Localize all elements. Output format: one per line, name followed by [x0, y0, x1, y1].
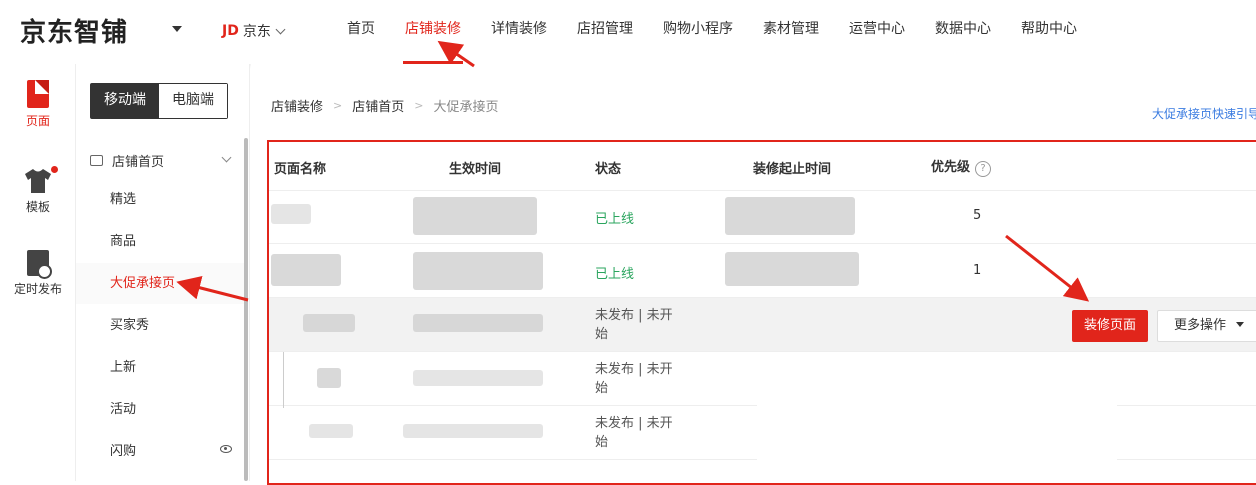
- nav-help-center[interactable]: 帮助中心: [1006, 0, 1092, 64]
- priority-value: 1: [973, 263, 982, 278]
- main-content: 店铺装修 > 店铺首页 > 大促承接页 大促承接页快速引导 页面名称 生效时间 …: [251, 64, 1256, 485]
- redacted-decoration-period: [725, 252, 859, 286]
- redacted-effective-time: [413, 252, 543, 290]
- group-store-home[interactable]: 店铺首页: [90, 150, 232, 170]
- help-icon[interactable]: ?: [975, 161, 992, 177]
- pages-table: 页面名称 生效时间 状态 装修起止时间 优先级? 已上线 5 已上线 1 未发布…: [267, 140, 1256, 485]
- nav-data-center[interactable]: 数据中心: [920, 0, 1006, 64]
- redacted-page-name: [303, 314, 355, 332]
- schedule-icon: [27, 250, 52, 279]
- page-icon: [27, 80, 49, 108]
- redacted-effective-time: [403, 424, 543, 438]
- column-header: 状态: [595, 162, 622, 177]
- chevron-down-icon: [221, 152, 232, 163]
- tree-connector: [283, 352, 284, 384]
- breadcrumb: 店铺装修 > 店铺首页 > 大促承接页: [271, 96, 498, 115]
- status-text: 未发布 | 未开始: [595, 362, 673, 396]
- breadcrumb-current: 大促承接页: [433, 100, 499, 115]
- status-text: 已上线: [595, 212, 635, 227]
- nav-detail-decoration[interactable]: 详情装修: [476, 0, 562, 64]
- column-header: 生效时间: [449, 162, 502, 177]
- store-icon: [90, 154, 103, 166]
- store-switch[interactable]: JD 京东: [222, 21, 286, 41]
- table-row-active[interactable]: 未发布 | 未开始 装修页面 更多操作: [269, 298, 1256, 352]
- redacted-effective-time: [413, 197, 537, 235]
- more-actions-label: 更多操作: [1174, 318, 1227, 333]
- sidebar-item-new-arrivals[interactable]: 上新: [76, 347, 244, 388]
- rail-item-label: 页面: [25, 114, 50, 128]
- device-toggle: 移动端 电脑端: [90, 83, 228, 119]
- chevron-right-icon: >: [333, 99, 343, 112]
- redacted-effective-time: [413, 370, 543, 386]
- top-header: 京东智铺 JD 京东 首页 店铺装修 详情装修 店招管理 购物小程序 素材管理 …: [0, 0, 1256, 64]
- status-text: 未发布 | 未开始: [595, 416, 673, 450]
- column-header-priority: 优先级?: [931, 156, 992, 177]
- caret-down-icon: [1236, 322, 1245, 327]
- sidebar-item-flash-sale[interactable]: 闪购: [76, 431, 244, 472]
- column-header-label: 优先级: [931, 160, 971, 175]
- redaction-patch: [757, 400, 1117, 460]
- nav-store-decoration[interactable]: 店铺装修: [390, 0, 476, 64]
- table-header: 页面名称 生效时间 状态 装修起止时间 优先级?: [269, 142, 1256, 191]
- more-actions-dropdown[interactable]: 更多操作: [1157, 310, 1256, 342]
- redacted-page-name: [309, 424, 353, 438]
- status-text: 已上线: [595, 267, 635, 282]
- redacted-page-name: [271, 254, 341, 286]
- sidebar-item-buyer-show[interactable]: 买家秀: [76, 305, 244, 346]
- quick-guide-link[interactable]: 大促承接页快速引导: [1152, 105, 1256, 122]
- nav-operations[interactable]: 运营中心: [834, 0, 920, 64]
- tab-desktop[interactable]: 电脑端: [159, 84, 227, 118]
- breadcrumb-item[interactable]: 店铺首页: [352, 96, 404, 115]
- redacted-effective-time: [413, 314, 543, 332]
- sidebar-scrollbar[interactable]: [244, 138, 248, 481]
- chevron-down-icon: [275, 24, 286, 34]
- nav-home[interactable]: 首页: [332, 0, 390, 64]
- notification-dot: [51, 166, 58, 173]
- tshirt-icon: [24, 166, 58, 194]
- rail-item-pages[interactable]: 页面: [0, 80, 76, 129]
- main-nav: 首页 店铺装修 详情装修 店招管理 购物小程序 素材管理 运营中心 数据中心 帮…: [332, 0, 1092, 64]
- nav-mini-program[interactable]: 购物小程序: [648, 0, 748, 64]
- table-row[interactable]: 未发布 | 未开始: [269, 352, 1256, 406]
- nav-store-sign[interactable]: 店招管理: [562, 0, 648, 64]
- redacted-page-name: [317, 368, 341, 388]
- table-row[interactable]: 已上线 5: [269, 191, 1256, 244]
- brand-dropdown-icon[interactable]: [172, 26, 182, 32]
- sidebar-item-products[interactable]: 商品: [76, 221, 244, 262]
- store-switch-label: 京东: [242, 24, 271, 40]
- rail-item-templates[interactable]: 模板: [0, 166, 76, 215]
- rail-item-scheduled-publish[interactable]: 定时发布: [0, 250, 76, 297]
- priority-value: 5: [973, 208, 982, 223]
- page-sidebar: 移动端 电脑端 店铺首页 精选 商品 大促承接页 买家秀 上新 活动 闪购: [76, 64, 250, 481]
- table-row[interactable]: 未发布 | 未开始: [269, 384, 1256, 460]
- table-row[interactable]: 已上线 1: [269, 244, 1256, 298]
- icon-rail: 页面 模板 定时发布: [0, 64, 76, 481]
- sidebar-item-activities[interactable]: 活动: [76, 389, 244, 430]
- redacted-page-name: [271, 204, 311, 224]
- breadcrumb-item[interactable]: 店铺装修: [271, 96, 323, 115]
- rail-item-label: 定时发布: [13, 282, 62, 296]
- group-label: 店铺首页: [112, 154, 165, 170]
- rail-item-label: 模板: [25, 200, 50, 214]
- brand-logo[interactable]: 京东智铺: [20, 12, 128, 49]
- tree-connector: [283, 384, 284, 408]
- column-header: 页面名称: [274, 162, 327, 177]
- tab-mobile[interactable]: 移动端: [91, 84, 159, 118]
- sidebar-item-promo-landing[interactable]: 大促承接页: [76, 263, 244, 304]
- eye-icon[interactable]: [220, 445, 232, 453]
- redacted-decoration-period: [725, 197, 855, 235]
- column-header: 装修起止时间: [753, 162, 832, 177]
- nav-materials[interactable]: 素材管理: [748, 0, 834, 64]
- status-text: 未发布 | 未开始: [595, 308, 673, 342]
- sidebar-item-label: 闪购: [110, 444, 137, 459]
- chevron-right-icon: >: [414, 99, 424, 112]
- sidebar-item-featured[interactable]: 精选: [76, 179, 244, 220]
- jd-logo: JD: [222, 23, 239, 39]
- decorate-page-button[interactable]: 装修页面: [1072, 310, 1149, 342]
